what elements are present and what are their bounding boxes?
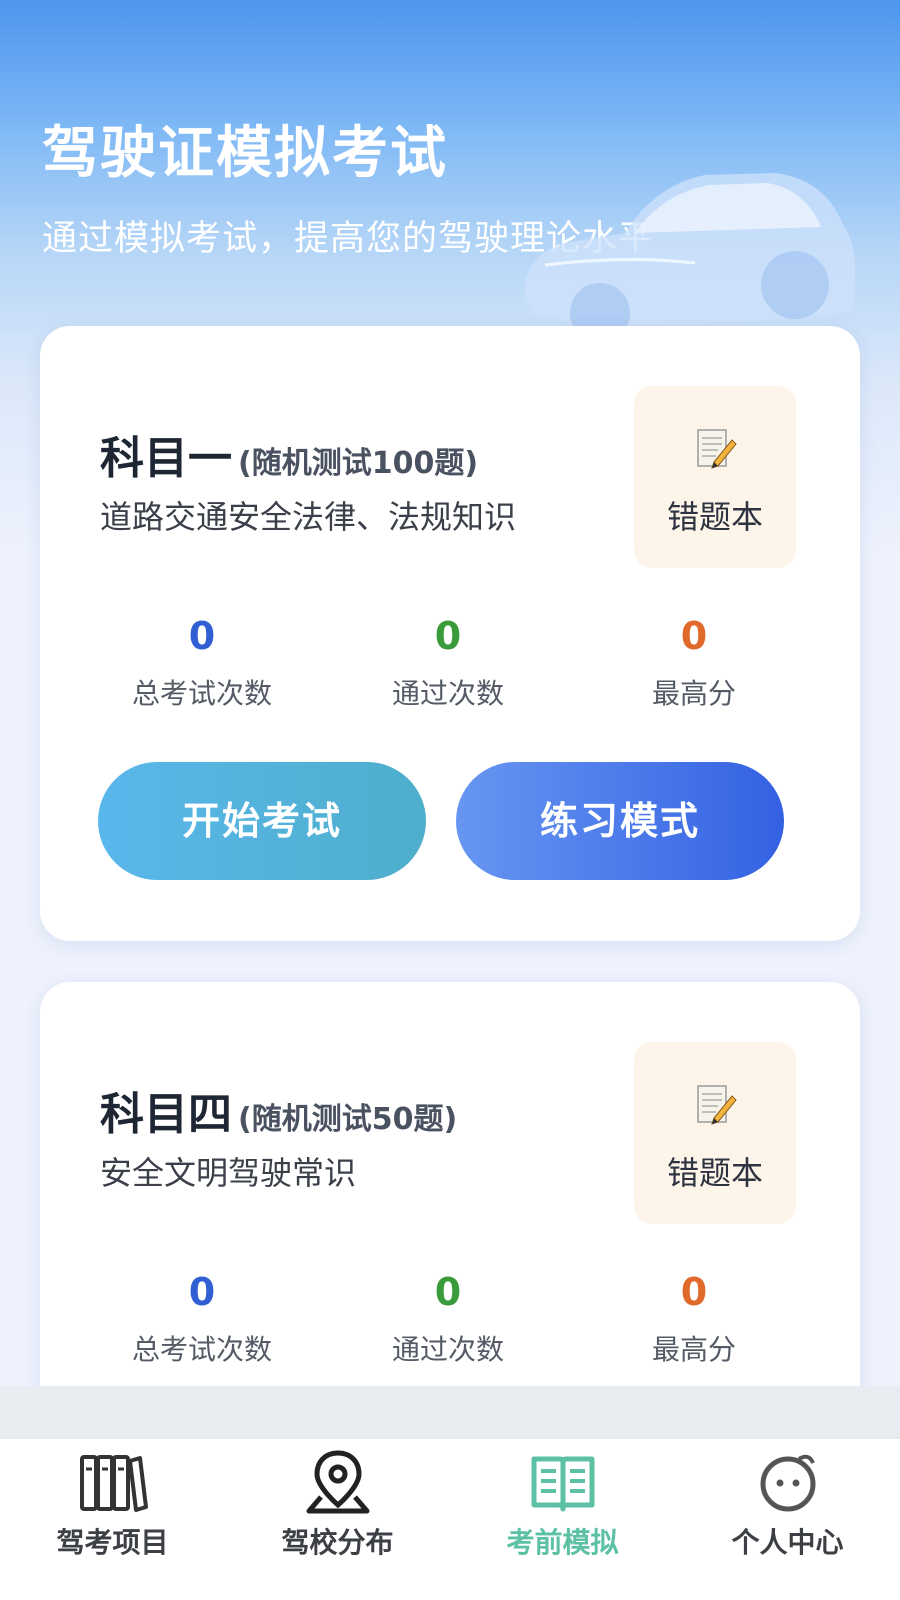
subject-description: 安全文明驾驶常识	[100, 1154, 357, 1192]
face-icon	[760, 1454, 816, 1512]
practice-mode-button[interactable]: 练习模式	[456, 762, 784, 880]
tab-label: 驾校分布	[281, 1526, 394, 1559]
stat-best-score: 0 最高分	[574, 614, 814, 712]
notebook-pencil-icon	[697, 429, 737, 469]
notebook-pencil-icon	[697, 1085, 737, 1125]
tab-personal-center[interactable]: 个人中心	[675, 1439, 900, 1600]
stat-value: 0	[434, 1270, 462, 1314]
tab-label: 个人中心	[731, 1526, 844, 1559]
subject-name: 科目一	[100, 433, 232, 484]
open-book-icon	[531, 1456, 595, 1512]
tabbar-divider	[0, 1386, 900, 1438]
location-pin-icon	[306, 1450, 370, 1514]
stat-label: 通过次数	[391, 677, 504, 710]
books-icon	[80, 1455, 148, 1512]
subject-card-4: 科目四 (随机测试50题) 安全文明驾驶常识 错题本 0 总考试次数 0 通过次数…	[40, 982, 860, 1452]
stat-total-exams: 0 总考试次数	[82, 614, 322, 712]
page-title: 驾驶证模拟考试	[42, 121, 448, 186]
subject-title: 科目一 (随机测试100题)	[100, 422, 478, 486]
tab-mock-exam[interactable]: 考前模拟	[450, 1439, 675, 1600]
stat-label: 最高分	[651, 1333, 736, 1366]
stat-label: 总考试次数	[131, 1333, 272, 1366]
stat-label: 总考试次数	[131, 677, 272, 710]
car-illustration	[524, 173, 856, 335]
stat-label: 通过次数	[391, 1333, 504, 1366]
subject-question-count: (随机测试50题)	[238, 1102, 458, 1137]
subject-title: 科目四 (随机测试50题)	[100, 1078, 457, 1142]
wrong-questions-label: 错题本	[666, 498, 763, 536]
stat-total-exams: 0 总考试次数	[82, 1270, 322, 1368]
wrong-questions-button[interactable]: 错题本	[634, 1042, 796, 1224]
subject-description: 道路交通安全法律、法规知识	[100, 498, 517, 536]
stat-value: 0	[188, 614, 216, 658]
stat-label: 最高分	[651, 677, 736, 710]
subject-name: 科目四	[100, 1089, 232, 1140]
stat-passed-count: 0 通过次数	[328, 1270, 568, 1368]
stat-value: 0	[680, 614, 708, 658]
stat-best-score: 0 最高分	[574, 1270, 814, 1368]
wrong-questions-button[interactable]: 错题本	[634, 386, 796, 568]
subject-question-count: (随机测试100题)	[238, 446, 479, 481]
stat-value: 0	[680, 1270, 708, 1314]
stat-value: 0	[188, 1270, 216, 1314]
tab-label: 考前模拟	[506, 1526, 619, 1559]
start-exam-button[interactable]: 开始考试	[98, 762, 426, 880]
bottom-tab-bar: 驾考项目 驾校分布 考前模拟 个人中心	[0, 1438, 900, 1600]
stat-value: 0	[434, 614, 462, 658]
tab-driving-schools[interactable]: 驾校分布	[225, 1439, 450, 1600]
stat-passed-count: 0 通过次数	[328, 614, 568, 712]
subject-card-1: 科目一 (随机测试100题) 道路交通安全法律、法规知识 错题本 0 总考试次数 …	[40, 326, 860, 941]
tab-driving-test-items[interactable]: 驾考项目	[0, 1439, 225, 1600]
tab-label: 驾考项目	[56, 1526, 169, 1559]
wrong-questions-label: 错题本	[666, 1154, 763, 1192]
